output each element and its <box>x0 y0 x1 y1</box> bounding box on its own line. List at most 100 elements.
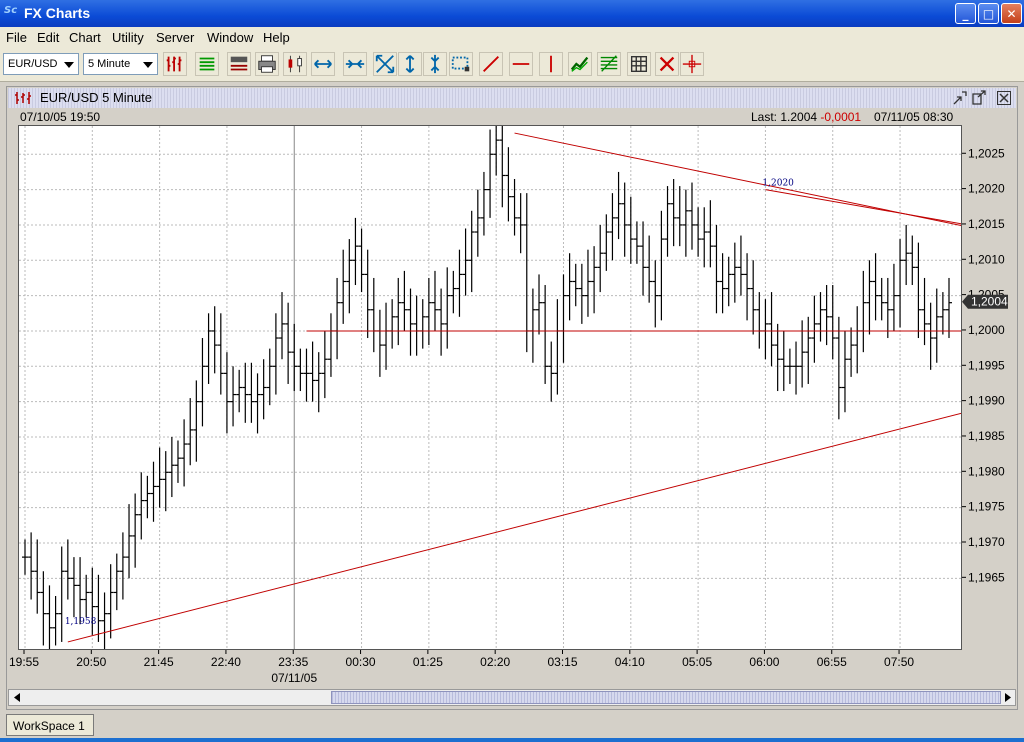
chevron-down-icon <box>143 62 153 68</box>
ohlc-bar <box>58 546 65 642</box>
select-region-icon <box>451 56 470 72</box>
ohlc-bar <box>829 285 836 360</box>
candlestick-button[interactable] <box>283 52 307 76</box>
detach-icon[interactable] <box>971 90 987 106</box>
ohlc-bar <box>860 270 867 353</box>
ohlc-bar <box>230 366 237 427</box>
menu-help[interactable]: Help <box>263 30 290 45</box>
ohlc-bar <box>909 235 916 286</box>
fibonacci-button[interactable] <box>597 52 621 76</box>
menu-server[interactable]: Server <box>156 30 194 45</box>
maximize-button[interactable]: □ <box>978 3 999 24</box>
ohlc-bar <box>682 189 689 257</box>
indicator-button[interactable] <box>568 52 592 76</box>
ohlc-bar <box>95 574 102 642</box>
ohlc-bar <box>119 532 126 600</box>
price-chart[interactable]: 1,19581,20201,20121,2011,199 <box>18 108 1024 653</box>
symbol-select[interactable]: EUR/USD <box>3 53 79 75</box>
fibonacci-icon <box>600 55 618 72</box>
ohlc-bar <box>383 302 390 370</box>
ohlc-bar <box>719 253 726 314</box>
ohlc-bar <box>713 224 720 314</box>
timeframe-select[interactable]: 5 Minute <box>83 53 158 75</box>
ohlc-bar <box>915 242 922 339</box>
scroll-right-icon[interactable] <box>1003 692 1013 703</box>
ohlc-bar <box>315 352 322 413</box>
menu-utility[interactable]: Utility <box>112 30 144 45</box>
title-bar: Sc FX Charts _ □ ✕ <box>0 0 1024 27</box>
grid-button[interactable] <box>627 52 651 76</box>
ohlc-bar <box>291 323 298 392</box>
ohlc-bar <box>701 207 708 268</box>
vertical-line-button[interactable] <box>539 52 563 76</box>
x-tick-label: 06:55 <box>817 655 847 669</box>
ohlc-bar <box>872 253 879 321</box>
y-tick-label: 1,2025 <box>968 146 1005 160</box>
resistance-trendline-2[interactable] <box>765 189 1024 247</box>
minimize-button[interactable]: _ <box>955 3 976 24</box>
close-chart-icon[interactable] <box>996 90 1012 106</box>
crosshair-icon <box>682 54 702 74</box>
ohlc-bar <box>646 235 653 303</box>
ohlc-bar <box>364 249 371 339</box>
fit-button[interactable] <box>373 52 397 76</box>
ohlc-bar <box>205 313 212 384</box>
ohlc-bar <box>413 295 420 356</box>
workspace-tab[interactable]: WorkSpace 1 <box>6 714 94 736</box>
layout-button[interactable] <box>227 52 251 76</box>
horizontal-scrollbar[interactable] <box>8 689 1016 706</box>
support-trendline[interactable] <box>67 366 1024 643</box>
ohlc-bar <box>474 189 481 257</box>
app-icon: Sc <box>4 5 18 16</box>
resistance-trendline[interactable] <box>514 132 1024 267</box>
ohlc-bar <box>174 440 181 483</box>
ohlc-bar <box>768 292 775 367</box>
ohlc-bar <box>260 359 267 420</box>
ohlc-bar <box>113 553 120 611</box>
horizontal-line-button[interactable] <box>509 52 533 76</box>
ohlc-bar <box>156 447 163 508</box>
select-region-button[interactable] <box>449 52 473 76</box>
scroll-left-icon[interactable] <box>12 692 22 703</box>
delete-button[interactable] <box>655 52 679 76</box>
chart-window-icon <box>15 92 31 104</box>
scrollbar-thumb[interactable] <box>331 691 1001 704</box>
crosshair-button[interactable] <box>680 52 704 76</box>
menu-file[interactable]: File <box>6 30 27 45</box>
zoom-vertical-button[interactable] <box>398 52 422 76</box>
print-button[interactable] <box>255 52 279 76</box>
ohlc-bar <box>591 246 598 314</box>
ohlc-bar <box>695 207 702 257</box>
ohlc-bar <box>211 306 218 374</box>
trend-line-button[interactable] <box>479 52 503 76</box>
list-button[interactable] <box>195 52 219 76</box>
menu-chart[interactable]: Chart <box>69 30 101 45</box>
chevron-down-icon <box>64 62 74 68</box>
ohlc-bar <box>462 228 469 296</box>
bar-chart-button[interactable] <box>163 52 187 76</box>
ohlc-bar <box>138 472 145 540</box>
close-button[interactable]: ✕ <box>1001 3 1022 24</box>
ohlc-bar <box>236 369 243 413</box>
ohlc-bar <box>327 313 334 377</box>
ohlc-bar <box>493 108 500 176</box>
menu-window[interactable]: Window <box>207 30 253 45</box>
menu-edit[interactable]: Edit <box>37 30 59 45</box>
ohlc-bar <box>903 224 910 286</box>
ohlc-bar <box>285 302 292 384</box>
compress-vertical-button[interactable] <box>423 52 447 76</box>
undock-icon[interactable] <box>952 90 968 106</box>
ohlc-bar <box>181 419 188 487</box>
ohlc-bar <box>554 299 561 395</box>
ohlc-bar <box>28 532 35 600</box>
compress-horizontal-button[interactable] <box>343 52 367 76</box>
ohlc-bar <box>376 309 383 377</box>
x-tick-label: 02:20 <box>480 655 510 669</box>
ohlc-bar <box>162 451 169 512</box>
chart-title-bar[interactable]: EUR/USD 5 Minute <box>8 88 1016 108</box>
ohlc-bar <box>854 306 861 374</box>
ohlc-bar <box>193 380 200 462</box>
zoom-horizontal-button[interactable] <box>311 52 335 76</box>
price-chart-svg[interactable]: 1,19581,20201,20121,2011,199 <box>19 108 1024 653</box>
ohlc-bar <box>168 436 175 498</box>
